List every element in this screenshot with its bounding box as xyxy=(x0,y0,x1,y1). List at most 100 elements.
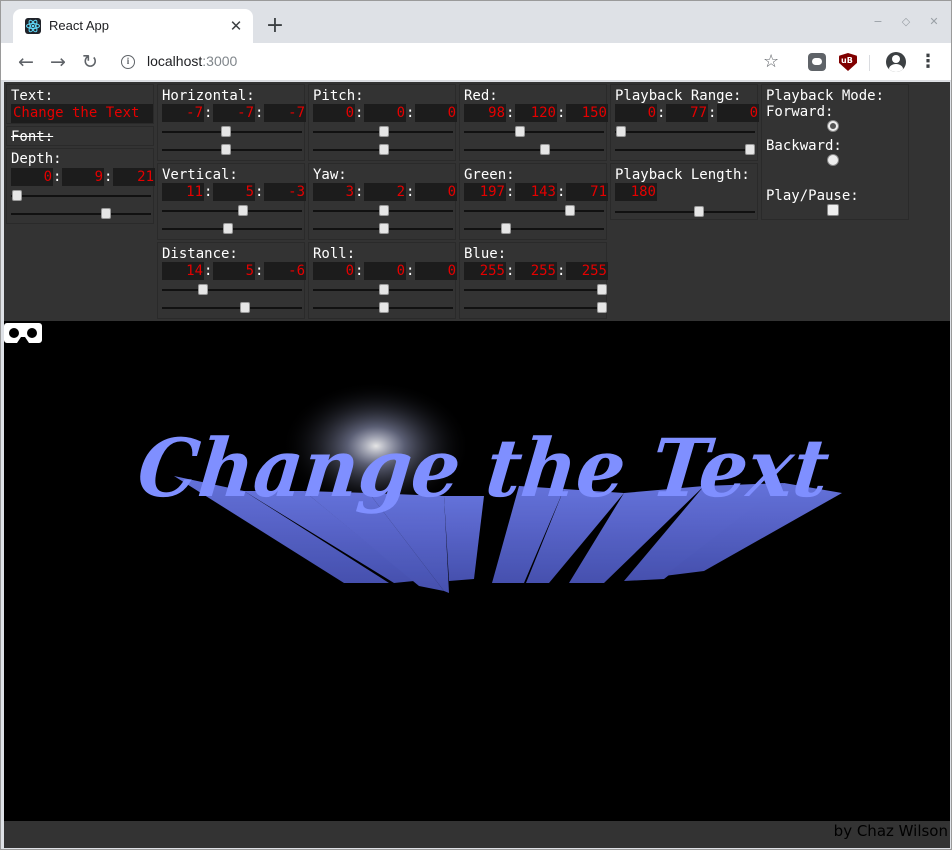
depth-value-1-input[interactable]: 0 xyxy=(11,168,53,186)
slider-thumb[interactable] xyxy=(378,144,389,155)
green-value-3-input[interactable]: 71 xyxy=(566,183,608,201)
distance-slider-1[interactable] xyxy=(162,284,302,296)
slider-thumb[interactable] xyxy=(540,144,551,155)
depth-slider-1[interactable] xyxy=(11,190,151,202)
playback-range-value-1-input[interactable]: 0 xyxy=(615,104,657,122)
horizontal-value-2-input[interactable]: -7 xyxy=(213,104,255,122)
browser-tab[interactable]: React App ✕ xyxy=(13,9,253,43)
blue-value-1-input[interactable]: 255 xyxy=(464,262,506,280)
red-value-2-input[interactable]: 120 xyxy=(515,104,557,122)
red-slider-2[interactable] xyxy=(464,144,604,156)
depth-slider-2[interactable] xyxy=(11,208,151,220)
vertical-value-3-input[interactable]: -3 xyxy=(264,183,306,201)
slider-thumb[interactable] xyxy=(564,205,575,216)
minimize-icon[interactable]: − xyxy=(871,15,885,29)
playback-length-input[interactable]: 180 xyxy=(615,183,657,201)
roll-value-3-input[interactable]: 0 xyxy=(415,262,457,280)
restore-icon[interactable]: ◇ xyxy=(899,15,913,29)
distance-value-1-input[interactable]: 14 xyxy=(162,262,204,280)
playback-range-slider-1[interactable] xyxy=(615,126,755,138)
distance-value-3-input[interactable]: -6 xyxy=(264,262,306,280)
yaw-value-3-input[interactable]: 0 xyxy=(415,183,457,201)
pitch-value-3-input[interactable]: 0 xyxy=(415,104,457,122)
vertical-slider-2[interactable] xyxy=(162,223,302,235)
slider-thumb[interactable] xyxy=(514,126,525,137)
site-info-icon[interactable]: i xyxy=(121,55,135,69)
red-value-3-input[interactable]: 150 xyxy=(566,104,608,122)
red-value-1-input[interactable]: 98 xyxy=(464,104,506,122)
slider-thumb[interactable] xyxy=(745,144,756,155)
slider-thumb[interactable] xyxy=(223,223,234,234)
playback-range-slider-2[interactable] xyxy=(615,144,756,156)
line-extension-icon[interactable] xyxy=(808,53,826,71)
slider-thumb[interactable] xyxy=(378,126,389,137)
new-tab-button[interactable]: + xyxy=(263,15,287,39)
pitch-value-2-input[interactable]: 0 xyxy=(364,104,406,122)
yaw-slider-2[interactable] xyxy=(313,223,453,235)
font-label[interactable]: Font: xyxy=(11,129,53,145)
yaw-slider-1[interactable] xyxy=(313,205,453,217)
slider-thumb[interactable] xyxy=(378,223,389,234)
blue-value-3-input[interactable]: 255 xyxy=(566,262,608,280)
blue-slider-1[interactable] xyxy=(464,284,607,296)
address-bar[interactable]: i localhost:3000 ☆ xyxy=(109,47,799,77)
slider-thumb[interactable] xyxy=(11,190,22,201)
slider-thumb[interactable] xyxy=(220,144,231,155)
vr-goggles-icon[interactable] xyxy=(4,321,42,345)
distance-value-2-input[interactable]: 5 xyxy=(213,262,255,280)
green-slider-2[interactable] xyxy=(464,223,604,235)
slider-thumb[interactable] xyxy=(615,126,626,137)
playback-length-slider[interactable] xyxy=(615,206,755,218)
slider-thumb[interactable] xyxy=(597,302,607,313)
green-slider-1[interactable] xyxy=(464,205,604,217)
backward-radio[interactable] xyxy=(827,154,839,166)
slider-thumb[interactable] xyxy=(378,302,389,313)
playback-range-value-3-input[interactable]: 0 xyxy=(717,104,759,122)
yaw-value-2-input[interactable]: 2 xyxy=(364,183,406,201)
slider-thumb[interactable] xyxy=(197,284,208,295)
slider-thumb[interactable] xyxy=(239,302,250,313)
forward-radio[interactable] xyxy=(827,120,839,132)
vertical-value-2-input[interactable]: 5 xyxy=(213,183,255,201)
pitch-slider-2[interactable] xyxy=(313,144,453,156)
roll-slider-1[interactable] xyxy=(313,284,453,296)
reload-icon[interactable]: ↻ xyxy=(77,49,103,75)
close-icon[interactable]: ✕ xyxy=(927,15,941,29)
horizontal-slider-1[interactable] xyxy=(162,126,302,138)
slider-thumb[interactable] xyxy=(378,284,389,295)
vertical-value-1-input[interactable]: 11 xyxy=(162,183,204,201)
play-pause-checkbox[interactable] xyxy=(827,204,839,216)
slider-thumb[interactable] xyxy=(501,223,512,234)
roll-value-1-input[interactable]: 0 xyxy=(313,262,355,280)
horizontal-value-3-input[interactable]: -7 xyxy=(264,104,306,122)
ublock-extension-icon[interactable]: uB xyxy=(839,53,857,71)
slider-thumb[interactable] xyxy=(100,208,111,219)
pitch-slider-1[interactable] xyxy=(313,126,453,138)
back-arrow-icon[interactable]: ← xyxy=(13,49,39,75)
red-slider-1[interactable] xyxy=(464,126,604,138)
yaw-value-1-input[interactable]: 3 xyxy=(313,183,355,201)
slider-thumb[interactable] xyxy=(378,205,389,216)
vertical-slider-1[interactable] xyxy=(162,205,302,217)
horizontal-value-1-input[interactable]: -7 xyxy=(162,104,204,122)
depth-value-2-input[interactable]: 9 xyxy=(62,168,104,186)
render-canvas[interactable]: Change the Text xyxy=(4,321,950,821)
bookmark-star-icon[interactable]: ☆ xyxy=(763,51,779,72)
distance-slider-2[interactable] xyxy=(162,302,302,314)
pitch-value-1-input[interactable]: 0 xyxy=(313,104,355,122)
text-input[interactable]: Change the Text xyxy=(11,104,153,123)
green-value-1-input[interactable]: 197 xyxy=(464,183,506,201)
roll-slider-2[interactable] xyxy=(313,302,453,314)
horizontal-slider-2[interactable] xyxy=(162,144,302,156)
forward-arrow-icon[interactable]: → xyxy=(45,49,71,75)
slider-thumb[interactable] xyxy=(694,206,704,217)
roll-value-2-input[interactable]: 0 xyxy=(364,262,406,280)
menu-kebab-icon[interactable]: ⋮ xyxy=(919,52,937,72)
playback-range-value-2-input[interactable]: 77 xyxy=(666,104,708,122)
green-value-2-input[interactable]: 143 xyxy=(515,183,557,201)
slider-thumb[interactable] xyxy=(220,126,231,137)
slider-thumb[interactable] xyxy=(238,205,249,216)
blue-value-2-input[interactable]: 255 xyxy=(515,262,557,280)
depth-value-3-input[interactable]: 21 xyxy=(113,168,155,186)
blue-slider-2[interactable] xyxy=(464,302,607,314)
